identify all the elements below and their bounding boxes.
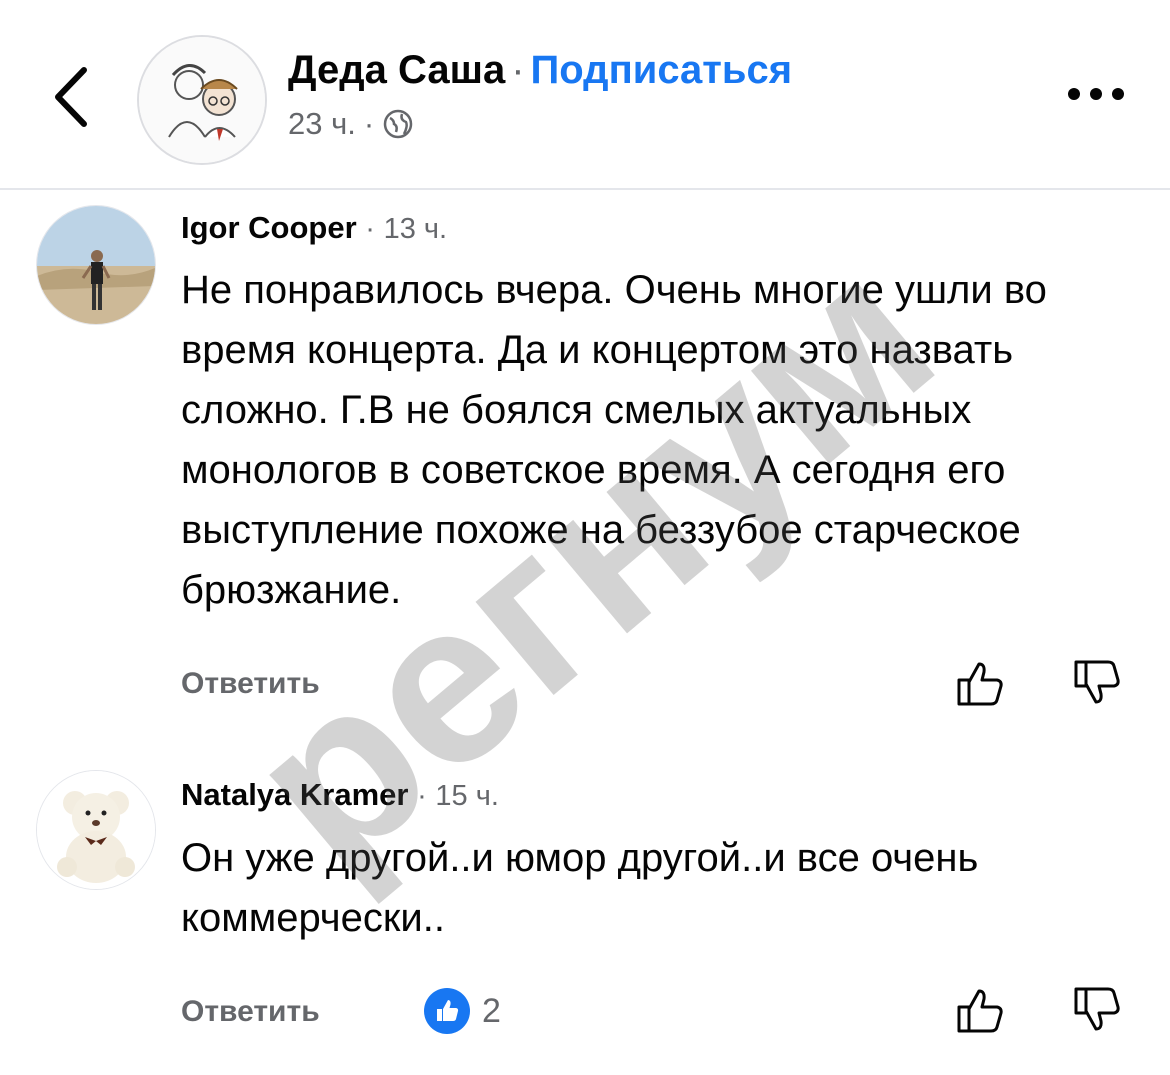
follow-button[interactable]: Подписаться bbox=[531, 48, 793, 92]
page-title-row: Деда Саша · Подписаться bbox=[288, 48, 792, 93]
more-icon[interactable] bbox=[1066, 82, 1126, 106]
reply-button[interactable]: Ответить bbox=[181, 995, 320, 1029]
globe-icon bbox=[383, 109, 413, 139]
post-header: Деда Саша · Подписаться 23 ч. · bbox=[0, 0, 1170, 190]
dislike-icon[interactable] bbox=[1072, 985, 1122, 1035]
dislike-icon[interactable] bbox=[1072, 658, 1122, 708]
comment-author[interactable]: Igor Cooper bbox=[181, 210, 357, 245]
reaction-count: 2 bbox=[482, 991, 501, 1030]
separator-dot: · bbox=[365, 213, 375, 245]
comment-text: Не понравилось вчера. Очень многие ушли … bbox=[181, 268, 1047, 612]
meta-separator: · bbox=[363, 106, 375, 141]
comment-time[interactable]: 13 ч. bbox=[384, 213, 447, 245]
reaction-summary[interactable]: 2 bbox=[424, 988, 501, 1034]
page-avatar[interactable] bbox=[137, 35, 267, 165]
avatar[interactable] bbox=[36, 205, 156, 325]
separator-dot: · bbox=[417, 780, 427, 812]
page-name[interactable]: Деда Саша bbox=[288, 48, 505, 92]
post-meta: 23 ч. · bbox=[288, 106, 414, 142]
comment-author-row: Natalya Kramer · 15 ч. bbox=[181, 777, 499, 813]
comment-author-row: Igor Cooper · 13 ч. bbox=[181, 210, 447, 246]
back-arrow-icon[interactable] bbox=[48, 62, 98, 132]
like-icon[interactable] bbox=[955, 658, 1005, 708]
comment-author[interactable]: Natalya Kramer bbox=[181, 777, 408, 812]
separator-dot: · bbox=[511, 48, 525, 92]
reply-button[interactable]: Ответить bbox=[181, 667, 320, 701]
comment-text: Он уже другой..и юмор другой..и все очен… bbox=[181, 836, 979, 940]
comment-time[interactable]: 15 ч. bbox=[435, 780, 498, 812]
avatar[interactable] bbox=[36, 770, 156, 890]
like-reaction-icon bbox=[424, 988, 470, 1034]
post-time[interactable]: 23 ч. bbox=[288, 106, 356, 142]
like-icon[interactable] bbox=[955, 985, 1005, 1035]
